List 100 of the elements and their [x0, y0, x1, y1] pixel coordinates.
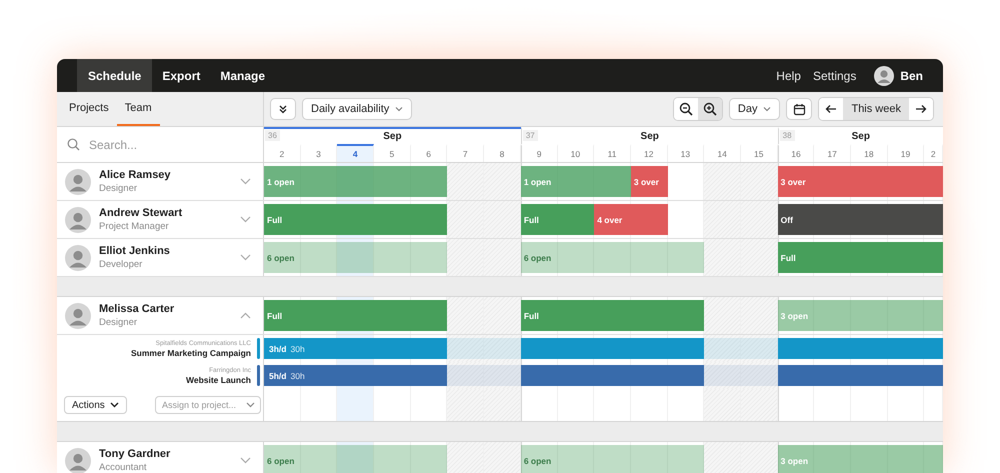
today-cell: [337, 389, 374, 421]
week-number: 38: [780, 130, 795, 141]
weekend-cell: [704, 201, 741, 238]
availability-dropdown[interactable]: Daily availability: [302, 98, 412, 120]
search-field[interactable]: Search...: [57, 127, 264, 162]
day-label: 13: [668, 144, 704, 162]
availability-label: 6 open: [524, 456, 552, 466]
availability-bar[interactable]: 1 open: [520, 166, 631, 197]
availability-bar[interactable]: 4 over: [594, 204, 668, 235]
person-role: Developer: [99, 259, 144, 270]
scale-dropdown[interactable]: Day: [728, 98, 780, 120]
availability-bar[interactable]: Full: [778, 242, 943, 273]
daily-hours: 3h/d: [269, 344, 286, 354]
month-label: Sep: [852, 131, 870, 142]
availability-bar[interactable]: Full: [520, 204, 594, 235]
person-role: Designer: [99, 183, 138, 194]
availability-bar[interactable]: Off: [778, 204, 943, 235]
zoom-in-icon: [702, 102, 717, 116]
person-role: Project Manager: [99, 221, 170, 232]
total-hours: 30h: [290, 344, 305, 354]
weekend-cell: [447, 389, 484, 421]
availability-label: 3 over: [634, 176, 659, 186]
weekend-cell: [484, 239, 521, 276]
assign-project-field[interactable]: Assign to project...: [155, 396, 261, 414]
month-label: Sep: [640, 131, 659, 142]
person-name: Elliot Jenkins: [99, 245, 171, 257]
caret-icon: [395, 106, 404, 112]
person-role: Designer: [99, 317, 138, 328]
total-hours: 30h: [290, 370, 305, 380]
day-label: 4: [337, 144, 374, 162]
day-label: 5: [374, 144, 411, 162]
availability-bar[interactable]: 6 open: [520, 242, 704, 273]
availability-label: 6 open: [267, 456, 294, 466]
availability-label: Off: [780, 214, 793, 224]
day-label: 15: [740, 144, 778, 162]
day-label: 18: [851, 144, 888, 162]
weekend-cell: [704, 362, 741, 389]
weekend-cell: [740, 442, 778, 473]
availability-bar[interactable]: 3 open: [778, 445, 943, 473]
person-name: Tony Gardner: [99, 448, 172, 460]
availability-bar[interactable]: Full: [264, 300, 448, 331]
nav-tab[interactable]: Manage: [210, 59, 276, 92]
weekend-cell: [704, 442, 741, 473]
availability-bar[interactable]: 6 open: [264, 445, 448, 473]
availability-label: Full: [267, 310, 282, 320]
availability-label: 1 open: [267, 176, 294, 186]
availability-bar[interactable]: Full: [520, 300, 704, 331]
availability-bar[interactable]: 1 open: [264, 166, 448, 197]
nav-link[interactable]: Help: [776, 68, 801, 82]
user-avatar-icon[interactable]: [874, 66, 894, 86]
availability-bar[interactable]: 3 open: [778, 300, 943, 331]
avatar-icon: [65, 302, 91, 328]
availability-bar[interactable]: 6 open: [264, 242, 448, 273]
person-name: Melissa Carter: [99, 303, 176, 315]
day-label: 19: [888, 144, 924, 162]
caret-icon: [763, 106, 772, 112]
chevron-down-icon: [246, 402, 255, 408]
avatar-icon: [65, 244, 91, 270]
weekend-cell: [447, 335, 484, 362]
weekend-cell: [447, 201, 484, 238]
user-name[interactable]: Ben: [900, 68, 923, 82]
week-number: 37: [522, 130, 538, 141]
weekend-cell: [704, 335, 741, 362]
person-name: Andrew Stewart: [99, 207, 184, 219]
availability-label: 6 open: [267, 252, 294, 262]
month-label: Sep: [383, 131, 402, 142]
weekend-cell: [740, 297, 778, 334]
day-label: 14: [704, 144, 741, 162]
availability-label: 1 open: [524, 176, 552, 186]
today-cell: [337, 442, 374, 473]
day-label: 8: [484, 144, 521, 162]
availability-label: 3 open: [780, 456, 808, 466]
weekend-cell: [447, 362, 484, 389]
availability-bar[interactable]: 3 over: [778, 166, 943, 197]
double-chevron-icon: [278, 104, 288, 114]
availability-bar[interactable]: 3 over: [630, 166, 668, 197]
weekend-cell: [447, 442, 484, 473]
day-label: 2: [264, 144, 301, 162]
collapse-button[interactable]: [270, 98, 296, 120]
avatar-icon: [65, 168, 91, 194]
day-label: 11: [594, 144, 631, 162]
project-name: Summer Marketing Campaign: [131, 348, 251, 358]
nav-tab[interactable]: Export: [152, 59, 210, 92]
availability-bar[interactable]: Full: [264, 204, 448, 235]
weekend-cell: [484, 389, 521, 421]
calendar-button[interactable]: [786, 98, 812, 120]
day-label: 2: [924, 144, 943, 162]
zoom-in-button[interactable]: [698, 98, 722, 120]
arrow-right-icon: [915, 104, 927, 114]
nav-tab[interactable]: Schedule: [77, 59, 152, 92]
availability-label: 3 over: [780, 176, 806, 186]
availability-label: Full: [267, 214, 282, 224]
availability-bar[interactable]: 6 open: [520, 445, 704, 473]
day-cell: [520, 442, 558, 473]
view-tab[interactable]: Projects: [61, 92, 117, 126]
search-input[interactable]: Search...: [87, 136, 231, 152]
nav-link[interactable]: Settings: [812, 68, 856, 82]
this-week-button[interactable]: This week: [843, 98, 909, 120]
actions-button[interactable]: Actions: [64, 396, 127, 414]
weekend-cell: [704, 297, 741, 334]
